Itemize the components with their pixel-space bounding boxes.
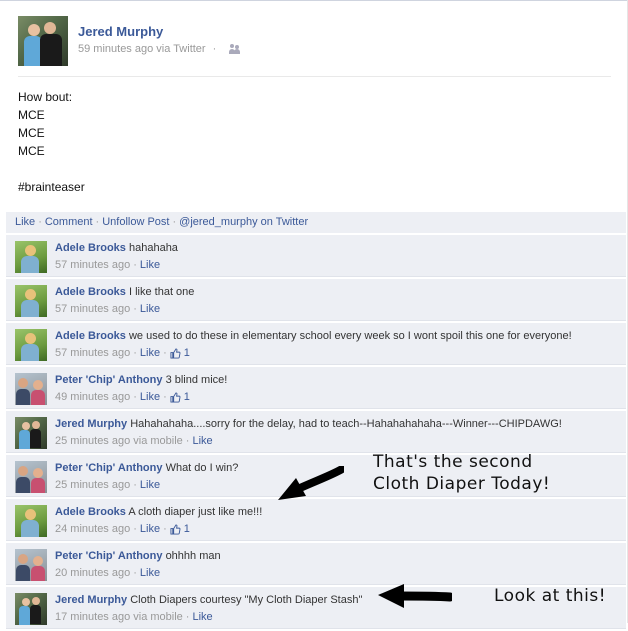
- meta-separator: ·: [212, 43, 217, 55]
- comment-text: I like that one: [128, 286, 195, 298]
- comment-like-link[interactable]: Like: [140, 391, 160, 403]
- comment-like-link[interactable]: Like: [140, 303, 160, 315]
- comment-link[interactable]: Comment: [45, 216, 93, 228]
- comment-time: 24 minutes ago: [55, 523, 131, 535]
- comment-time: 25 minutes ago: [55, 479, 131, 491]
- commenter-avatar[interactable]: [15, 285, 47, 317]
- post-body-line: How bout:: [18, 90, 73, 104]
- comment-time: 57 minutes ago: [55, 303, 131, 315]
- commenter-name[interactable]: Adele Brooks: [55, 506, 126, 518]
- post-body-line: [18, 160, 85, 178]
- friends-privacy-icon[interactable]: [229, 44, 241, 54]
- comment-like-link[interactable]: Like: [140, 567, 160, 579]
- commenter-name[interactable]: Peter 'Chip' Anthony: [55, 374, 163, 386]
- post-body-line: MCE: [18, 126, 45, 140]
- like-count[interactable]: 1: [170, 347, 190, 359]
- comment-row: Adele Brooks A cloth diaper just like me…: [6, 499, 626, 541]
- commenter-name[interactable]: Jered Murphy: [55, 418, 127, 430]
- post-author-name[interactable]: Jered Murphy: [78, 24, 163, 39]
- post-hashtag: #brainteaser: [18, 180, 85, 194]
- comment-text: ohhhh man: [165, 550, 221, 562]
- comment-time: 20 minutes ago: [55, 567, 131, 579]
- thumbs-up-icon: [170, 347, 181, 359]
- comments-list: Adele Brooks hahahaha 57 minutes ago · Lik…: [6, 235, 626, 631]
- post-meta: 59 minutes ago via Twitter ·: [78, 43, 241, 55]
- thumbs-up-icon: [170, 523, 181, 535]
- commenter-avatar[interactable]: [15, 373, 47, 405]
- commenter-avatar[interactable]: [15, 549, 47, 581]
- comment-text: hahahaha: [128, 242, 178, 254]
- post-body: How bout: MCE MCE MCE #brainteaser: [18, 88, 85, 196]
- arrow-to-diaper-stash-comment-icon: [378, 584, 452, 608]
- commenter-name[interactable]: Adele Brooks: [55, 330, 126, 342]
- post-action-bar: Like · Comment · Unfollow Post · @jered_murphy…: [6, 212, 626, 233]
- post-body-line: MCE: [18, 144, 45, 158]
- comment-text: A cloth diaper just like me!!!: [128, 506, 263, 518]
- commenter-name[interactable]: Jered Murphy: [55, 594, 127, 606]
- like-post-link[interactable]: Like: [15, 216, 35, 228]
- commenter-name[interactable]: Adele Brooks: [55, 242, 126, 254]
- comment-time: 57 minutes ago: [55, 347, 131, 359]
- commenter-avatar[interactable]: [15, 505, 47, 537]
- commenter-avatar[interactable]: [15, 461, 47, 493]
- comment-like-link[interactable]: Like: [140, 259, 160, 271]
- comment-row: Jered Murphy Hahahahaha....sorry for the…: [6, 411, 626, 453]
- comment-row: Adele Brooks I like that one 57 minutes …: [6, 279, 626, 321]
- post-body-line: MCE: [18, 108, 45, 122]
- comment-time: 57 minutes ago: [55, 259, 131, 271]
- like-count[interactable]: 1: [170, 523, 190, 535]
- annotation-second-line1: That's the second: [373, 452, 533, 472]
- like-count[interactable]: 1: [170, 391, 190, 403]
- commenter-avatar[interactable]: [15, 329, 47, 361]
- like-count-value: 1: [183, 347, 190, 359]
- comment-like-link[interactable]: Like: [140, 479, 160, 491]
- post-time: 59 minutes ago via Twitter: [78, 43, 206, 55]
- comment-text: 3 blind mice!: [165, 374, 228, 386]
- thumbs-up-icon: [170, 391, 181, 403]
- commenter-avatar[interactable]: [15, 593, 47, 625]
- comment-like-link[interactable]: Like: [192, 611, 212, 623]
- comment-row: Peter 'Chip' Anthony 3 blind mice! 49 mi…: [6, 367, 626, 409]
- commenter-avatar[interactable]: [15, 417, 47, 449]
- annotation-second-line2: Cloth Diaper Today!: [373, 474, 551, 494]
- comment-like-link[interactable]: Like: [192, 435, 212, 447]
- comment-time: 49 minutes ago: [55, 391, 131, 403]
- top-border: [0, 0, 628, 1]
- arrow-to-cloth-diaper-comment-icon: [278, 466, 344, 500]
- unfollow-post-link[interactable]: Unfollow Post: [102, 216, 169, 228]
- header-divider: [18, 76, 611, 77]
- comment-row: Adele Brooks we used to do these in elem…: [6, 323, 626, 365]
- like-count-value: 1: [183, 391, 190, 403]
- annotation-look: Look at this!: [494, 586, 607, 606]
- like-count-value: 1: [183, 523, 190, 535]
- commenter-name[interactable]: Peter 'Chip' Anthony: [55, 550, 163, 562]
- comment-like-link[interactable]: Like: [140, 523, 160, 535]
- comment-row: Adele Brooks hahahaha 57 minutes ago · Lik…: [6, 235, 626, 277]
- commenter-name[interactable]: Peter 'Chip' Anthony: [55, 462, 163, 474]
- comment-text: What do I win?: [165, 462, 239, 474]
- commenter-name[interactable]: Adele Brooks: [55, 286, 126, 298]
- comment-text: Cloth Diapers courtesy "My Cloth Diaper …: [130, 594, 363, 606]
- comment-like-link[interactable]: Like: [140, 347, 160, 359]
- comment-time: 25 minutes ago via mobile: [55, 435, 183, 447]
- comment-time: 17 minutes ago via mobile: [55, 611, 183, 623]
- twitter-account-link[interactable]: @jered_murphy on Twitter: [179, 216, 308, 228]
- comment-row: Peter 'Chip' Anthony ohhhh man 20 minute…: [6, 543, 626, 585]
- commenter-avatar[interactable]: [15, 241, 47, 273]
- post-author-avatar[interactable]: [18, 16, 68, 66]
- comment-text: Hahahahaha....sorry for the delay, had t…: [130, 418, 562, 430]
- comment-text: we used to do these in elementary school…: [128, 330, 572, 342]
